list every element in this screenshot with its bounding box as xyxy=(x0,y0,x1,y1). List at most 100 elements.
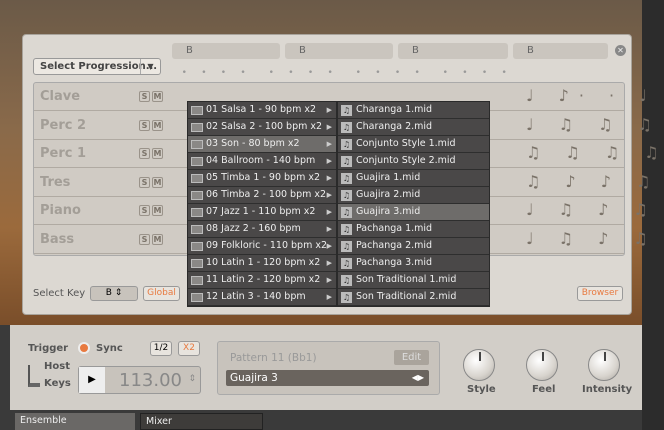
folder-menu-item[interactable]: 10 Latin 1 - 120 bpm x2 ▶ xyxy=(188,255,336,272)
sync-label: Sync xyxy=(96,343,123,354)
file-label: Charanga 2.mid xyxy=(356,121,433,132)
folder-menu-item[interactable]: 07 Jazz 1 - 110 bpm x2 ▶ xyxy=(188,204,336,221)
folder-menu-item[interactable]: 01 Salsa 1 - 90 bpm x2 ▶ xyxy=(188,102,336,119)
tab-ensemble[interactable]: Ensemble xyxy=(15,413,135,430)
pattern-selector[interactable]: Guajira 3 ◀▶ xyxy=(226,370,429,386)
folder-label: 03 Son - 80 bpm x2 xyxy=(206,138,300,149)
track-name: Clave xyxy=(40,89,81,104)
tab-mixer[interactable]: Mixer xyxy=(140,413,263,430)
file-label: Conjunto Style 2.mid xyxy=(356,155,456,166)
submenu-arrow-icon: ▶ xyxy=(326,140,332,148)
file-label: Conjunto Style 1.mid xyxy=(356,138,456,149)
half-speed-button[interactable]: 1/2 xyxy=(150,341,172,356)
play-icon[interactable]: ▶ xyxy=(79,367,105,393)
keys-label: Keys xyxy=(44,378,71,389)
midi-file-icon: ♫ xyxy=(341,173,352,184)
sync-radio[interactable] xyxy=(78,342,90,354)
solo-button[interactable]: S xyxy=(139,119,150,131)
midi-file-icon: ♫ xyxy=(341,156,352,167)
host-keys-switch[interactable] xyxy=(28,365,40,387)
folder-menu-item[interactable]: 08 Jazz 2 - 160 bpm ▶ xyxy=(188,221,336,238)
feel-label: Feel xyxy=(532,384,556,395)
file-menu-item[interactable]: ♫ Charanga 2.mid xyxy=(338,119,489,136)
file-menu-item[interactable]: ♫ Guajira 2.mid xyxy=(338,187,489,204)
file-menu-item[interactable]: ♫ Pachanga 2.mid xyxy=(338,238,489,255)
style-knob[interactable] xyxy=(463,349,495,381)
folder-menu-item[interactable]: 06 Timba 2 - 100 bpm x2 ▶ xyxy=(188,187,336,204)
folder-icon xyxy=(191,225,203,234)
folder-menu-item[interactable]: 02 Salsa 2 - 100 bpm x2 ▶ xyxy=(188,119,336,136)
section-header[interactable]: B xyxy=(513,43,608,59)
folder-label: 12 Latin 3 - 140 bpm xyxy=(206,291,306,302)
file-menu-item[interactable]: ♫ Son Traditional 2.mid xyxy=(338,289,489,306)
file-menu-item[interactable]: ♫ Conjunto Style 2.mid xyxy=(338,153,489,170)
section-header[interactable]: B xyxy=(285,43,393,59)
submenu-arrow-icon: ▶ xyxy=(326,123,332,131)
folder-icon xyxy=(191,123,203,132)
prev-next-arrows-icon[interactable]: ◀▶ xyxy=(412,370,424,386)
key-select[interactable]: B ⇕ xyxy=(90,286,138,301)
tempo-field[interactable]: ▶ 113.00 ⇕ xyxy=(78,366,201,394)
folder-menu-item[interactable]: 11 Latin 2 - 120 bpm x2 ▶ xyxy=(188,272,336,289)
host-label: Host xyxy=(44,361,70,372)
select-progression-dropdown[interactable]: Select Progression... ▼ xyxy=(33,58,161,75)
file-label: Pachanga 2.mid xyxy=(356,240,433,251)
mute-button[interactable]: M xyxy=(152,119,163,131)
intensity-label: Intensity xyxy=(582,384,633,395)
solo-button[interactable]: S xyxy=(139,233,150,245)
solo-button[interactable]: S xyxy=(139,148,150,159)
folder-icon xyxy=(191,140,203,149)
folder-menu-item[interactable]: 05 Timba 1 - 90 bpm x2 ▶ xyxy=(188,170,336,187)
track-name: Piano xyxy=(40,203,81,218)
folder-icon xyxy=(191,157,203,166)
mute-button[interactable]: M xyxy=(152,205,163,216)
file-menu-item[interactable]: ♫ Conjunto Style 1.mid xyxy=(338,136,489,153)
folder-menu-item[interactable]: 04 Ballroom - 140 bpm ▶ xyxy=(188,153,336,170)
folder-label: 02 Salsa 2 - 100 bpm x2 xyxy=(206,121,323,132)
select-key-label: Select Key xyxy=(33,288,86,299)
solo-button[interactable]: S xyxy=(139,91,150,102)
submenu-arrow-icon: ▶ xyxy=(326,293,332,301)
solo-button[interactable]: S xyxy=(139,176,150,188)
midi-file-icon: ♫ xyxy=(341,224,352,235)
close-icon[interactable]: ✕ xyxy=(615,45,626,56)
section-header[interactable]: B xyxy=(172,43,280,59)
mute-button[interactable]: M xyxy=(152,176,163,188)
folder-label: 05 Timba 1 - 90 bpm x2 xyxy=(206,172,321,183)
folder-icon xyxy=(191,276,203,285)
double-speed-button[interactable]: X2 xyxy=(178,341,200,356)
solo-button[interactable]: S xyxy=(139,205,150,216)
mute-button[interactable]: M xyxy=(152,148,163,159)
file-menu-item[interactable]: ♫ Pachanga 1.mid xyxy=(338,221,489,238)
folder-icon xyxy=(191,208,203,217)
folder-menu-item[interactable]: 03 Son - 80 bpm x2 ▶ xyxy=(188,136,336,153)
folder-icon xyxy=(191,259,203,268)
submenu-arrow-icon: ▶ xyxy=(326,157,332,165)
file-menu-item[interactable]: ♫ Pachanga 3.mid xyxy=(338,255,489,272)
intensity-knob[interactable] xyxy=(588,349,620,381)
midi-file-icon: ♫ xyxy=(341,207,352,218)
tempo-stepper-icon[interactable]: ⇕ xyxy=(188,374,196,384)
file-menu-item[interactable]: ♫ Son Traditional 1.mid xyxy=(338,272,489,289)
global-button[interactable]: Global xyxy=(143,286,180,301)
note-pattern: ♩ ♫ ♪ ♫ xyxy=(526,200,658,219)
browser-button[interactable]: Browser xyxy=(577,286,623,301)
midi-file-icon: ♫ xyxy=(341,105,352,116)
mute-button[interactable]: M xyxy=(152,91,163,102)
file-menu-item[interactable]: ♫ Guajira 3.mid xyxy=(338,204,489,221)
mute-button[interactable]: M xyxy=(152,233,163,245)
submenu-arrow-icon: ▶ xyxy=(326,242,332,250)
feel-knob[interactable] xyxy=(526,349,558,381)
beat-dots: • • • • • • • • • • • • • • • • xyxy=(173,68,507,78)
folder-menu-item[interactable]: 09 Folkloric - 110 bpm x2 ▶ xyxy=(188,238,336,255)
file-submenu: ♫ Charanga 1.mid ♫ Charanga 2.mid ♫ Conjunto … xyxy=(337,101,490,307)
section-header[interactable]: B xyxy=(398,43,508,59)
folder-menu-item[interactable]: 12 Latin 3 - 140 bpm ▶ xyxy=(188,289,336,306)
file-menu-item[interactable]: ♫ Charanga 1.mid xyxy=(338,102,489,119)
track-name: Perc 1 xyxy=(40,146,87,161)
submenu-arrow-icon: ▶ xyxy=(326,259,332,267)
folder-label: 07 Jazz 1 - 110 bpm x2 xyxy=(206,206,316,217)
edit-button[interactable]: Edit xyxy=(394,350,429,365)
file-menu-item[interactable]: ♫ Guajira 1.mid xyxy=(338,170,489,187)
tempo-value[interactable]: 113.00 xyxy=(119,370,182,391)
